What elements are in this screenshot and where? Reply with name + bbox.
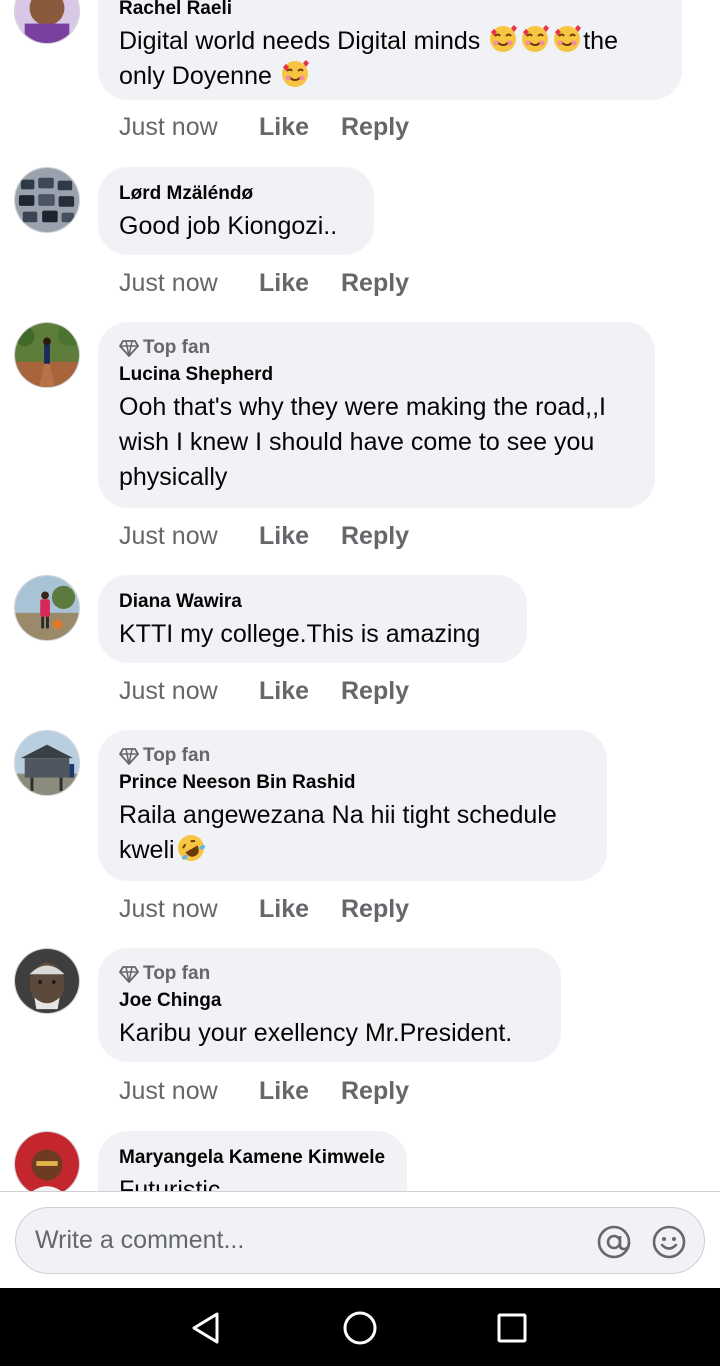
recents-button[interactable]: [492, 1308, 532, 1348]
rolling-on-floor-laughing-emoji: [177, 835, 205, 861]
like-button[interactable]: Like: [259, 269, 341, 298]
reply-button[interactable]: Reply: [341, 677, 409, 706]
comment-composer: [0, 1191, 720, 1288]
comment-timestamp: Just now: [119, 268, 218, 297]
comment-bubble[interactable]: Lørd Mzäléndø Good job Kiongozi..: [98, 167, 374, 255]
comment-actions: Just now Like Reply: [119, 110, 409, 144]
comment-text-line: Raila angewezana Na hii tight schedule: [119, 801, 557, 829]
comment-bubble[interactable]: Top fan Joe Chinga Karibu your exellency…: [98, 948, 561, 1062]
comment-timestamp: Just now: [119, 112, 218, 141]
comment-bubble[interactable]: Top fan Prince Neeson Bin Rashid Raila a…: [98, 730, 607, 881]
avatar[interactable]: [14, 1131, 80, 1191]
reply-button[interactable]: Reply: [341, 1077, 409, 1106]
avatar[interactable]: [14, 730, 80, 796]
comment-text: Raila angewezana Na hii tight schedule k…: [119, 798, 585, 868]
back-button[interactable]: [186, 1308, 226, 1348]
comment-text: Good job Kiongozi..: [119, 212, 338, 240]
comment-text: KTTI my college.This is amazing: [119, 620, 481, 648]
reply-button[interactable]: Reply: [341, 113, 409, 142]
top-fan-badge: Top fan: [119, 744, 585, 768]
comment-author[interactable]: Lørd Mzäléndø: [119, 181, 352, 207]
comment-bubble[interactable]: Rachel Raeli Digital world needs Digital…: [98, 0, 682, 100]
top-fan-badge: Top fan: [119, 962, 539, 986]
comment-text: Ooh that's why they were making the road…: [119, 393, 606, 491]
avatar[interactable]: [14, 167, 80, 233]
diamond-icon: [119, 966, 139, 983]
comment-author[interactable]: Diana Wawira: [119, 589, 505, 615]
avatar[interactable]: [14, 575, 80, 641]
at-icon[interactable]: [596, 1224, 632, 1260]
top-fan-label: Top fan: [143, 337, 211, 358]
recents-square-icon: [497, 1313, 527, 1343]
comment-actions: Just now Like Reply: [119, 519, 409, 553]
comment-text-line: kweli: [119, 836, 175, 864]
comment-author[interactable]: Prince Neeson Bin Rashid: [119, 770, 585, 796]
comment-actions: Just now Like Reply: [119, 1074, 409, 1108]
comment-timestamp: Just now: [119, 1076, 218, 1105]
comment-text-line: the: [583, 27, 618, 55]
comment-text-line: Digital world needs Digital minds: [119, 27, 488, 55]
comment-input[interactable]: [35, 1208, 595, 1273]
avatar[interactable]: [14, 0, 80, 44]
like-button[interactable]: Like: [259, 113, 341, 142]
comment-text-line: only Doyenne: [119, 62, 279, 90]
reply-button[interactable]: Reply: [341, 522, 409, 551]
smiley-icon[interactable]: [651, 1224, 687, 1260]
smiling-face-with-hearts-emoji: [522, 25, 550, 52]
like-button[interactable]: Like: [259, 1077, 341, 1106]
avatar[interactable]: [14, 948, 80, 1014]
comment-text: Karibu your exellency Mr.President.: [119, 1019, 513, 1047]
like-button[interactable]: Like: [259, 522, 341, 551]
diamond-icon: [119, 748, 139, 765]
reply-button[interactable]: Reply: [341, 269, 409, 298]
comments-feed[interactable]: Rachel Raeli Digital world needs Digital…: [0, 0, 720, 1191]
comment-text: Digital world needs Digital minds the on…: [119, 24, 660, 94]
comment-bubble[interactable]: Maryangela Kamene Kimwele Futuristic: [98, 1131, 407, 1191]
system-navigation-bar: [0, 1288, 720, 1366]
comment-author[interactable]: Lucina Shepherd: [119, 362, 633, 388]
reply-button[interactable]: Reply: [341, 895, 409, 924]
like-button[interactable]: Like: [259, 677, 341, 706]
home-button[interactable]: [340, 1308, 380, 1348]
smiling-face-with-hearts-emoji: [281, 60, 309, 87]
avatar[interactable]: [14, 322, 80, 388]
comment-input-box[interactable]: [15, 1207, 705, 1274]
diamond-icon: [119, 340, 139, 357]
back-triangle-icon: [192, 1312, 219, 1344]
top-fan-label: Top fan: [143, 963, 211, 984]
comment-timestamp: Just now: [119, 676, 218, 705]
smiling-face-with-hearts-emoji: [490, 25, 518, 52]
comment-author[interactable]: Joe Chinga: [119, 988, 539, 1014]
top-fan-label: Top fan: [143, 745, 211, 766]
comment-author[interactable]: Rachel Raeli: [119, 0, 660, 22]
comment-actions: Just now Like Reply: [119, 892, 409, 926]
comment-author[interactable]: Maryangela Kamene Kimwele: [119, 1145, 385, 1171]
comment-bubble[interactable]: Diana Wawira KTTI my college.This is ama…: [98, 575, 527, 663]
like-button[interactable]: Like: [259, 895, 341, 924]
comment-timestamp: Just now: [119, 894, 218, 923]
comment-timestamp: Just now: [119, 521, 218, 550]
home-circle-icon: [343, 1311, 377, 1345]
comment-text: Futuristic: [119, 1176, 221, 1191]
comment-bubble[interactable]: Top fan Lucina Shepherd Ooh that's why t…: [98, 322, 655, 508]
smiling-face-with-hearts-emoji: [554, 25, 582, 52]
top-fan-badge: Top fan: [119, 336, 633, 360]
comment-actions: Just now Like Reply: [119, 266, 409, 300]
comment-actions: Just now Like Reply: [119, 674, 409, 708]
